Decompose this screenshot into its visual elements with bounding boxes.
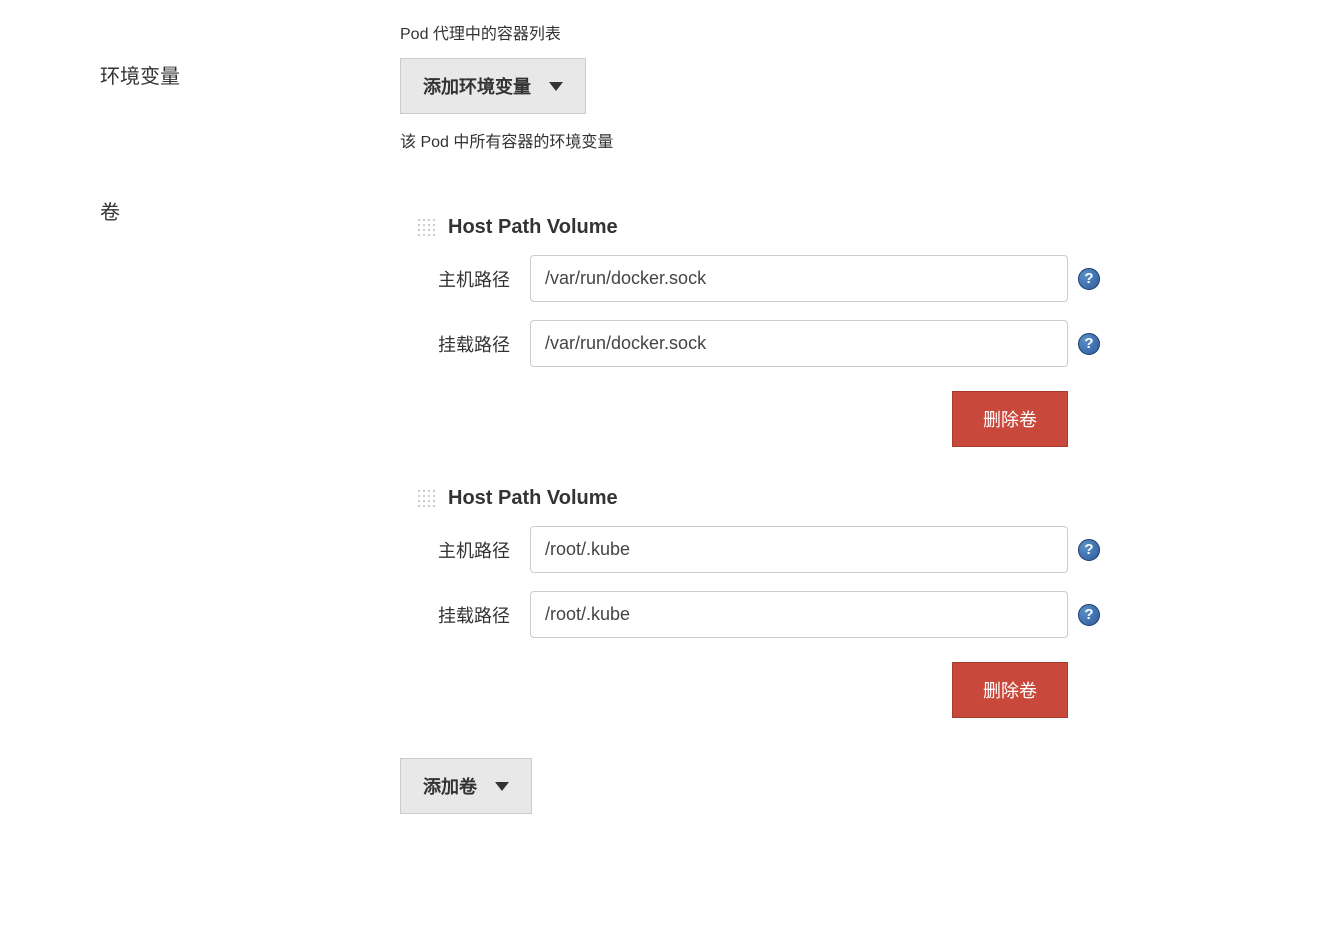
drag-handle-icon[interactable] <box>418 490 436 508</box>
host-path-row: 主机路径 ? <box>400 526 1100 573</box>
volume-button-row: 删除卷 <box>400 385 1100 447</box>
volume-block: Host Path Volume 主机路径 ? 挂载路径 ? 删除卷 <box>400 487 1100 718</box>
volume-title: Host Path Volume <box>448 487 618 510</box>
volume-title: Host Path Volume <box>448 216 618 239</box>
host-path-row: 主机路径 ? <box>400 255 1100 302</box>
volume-block: Host Path Volume 主机路径 ? 挂载路径 ? 删除卷 <box>400 216 1100 447</box>
delete-volume-button[interactable]: 删除卷 <box>952 662 1068 718</box>
volume-section-content: Host Path Volume 主机路径 ? 挂载路径 ? 删除卷 <box>400 186 1100 814</box>
volume-section-label: 卷 <box>40 186 400 814</box>
env-section: 环境变量 Pod 代理中的容器列表 添加环境变量 该 Pod 中所有容器的环境变… <box>40 20 1302 166</box>
mount-path-input[interactable] <box>530 591 1068 638</box>
mount-path-label: 挂载路径 <box>400 602 520 628</box>
volume-section: 卷 Host Path Volume 主机路径 ? 挂载路径 <box>40 186 1302 814</box>
add-env-var-label: 添加环境变量 <box>423 73 531 99</box>
help-icon[interactable]: ? <box>1078 604 1100 626</box>
mount-path-row: 挂载路径 ? <box>400 320 1100 367</box>
host-path-input[interactable] <box>530 526 1068 573</box>
volume-header: Host Path Volume <box>400 487 1100 510</box>
drag-handle-icon[interactable] <box>418 219 436 237</box>
help-icon[interactable]: ? <box>1078 539 1100 561</box>
volume-header: Host Path Volume <box>400 216 1100 239</box>
host-path-label: 主机路径 <box>400 537 520 563</box>
host-path-label: 主机路径 <box>400 266 520 292</box>
mount-path-label: 挂载路径 <box>400 331 520 357</box>
env-help-bottom: 该 Pod 中所有容器的环境变量 <box>400 128 1100 152</box>
env-section-content: Pod 代理中的容器列表 添加环境变量 该 Pod 中所有容器的环境变量 <box>400 20 1100 166</box>
help-icon[interactable]: ? <box>1078 333 1100 355</box>
mount-path-row: 挂载路径 ? <box>400 591 1100 638</box>
add-volume-button[interactable]: 添加卷 <box>400 758 532 814</box>
add-volume-label: 添加卷 <box>423 773 477 799</box>
caret-down-icon <box>495 782 509 791</box>
add-volume-row: 添加卷 <box>400 758 1100 814</box>
delete-volume-button[interactable]: 删除卷 <box>952 391 1068 447</box>
help-icon[interactable]: ? <box>1078 268 1100 290</box>
env-help-top: Pod 代理中的容器列表 <box>400 20 1100 44</box>
add-env-var-button[interactable]: 添加环境变量 <box>400 58 586 114</box>
host-path-input[interactable] <box>530 255 1068 302</box>
caret-down-icon <box>549 82 563 91</box>
volume-button-row: 删除卷 <box>400 656 1100 718</box>
mount-path-input[interactable] <box>530 320 1068 367</box>
env-section-label: 环境变量 <box>40 20 400 166</box>
